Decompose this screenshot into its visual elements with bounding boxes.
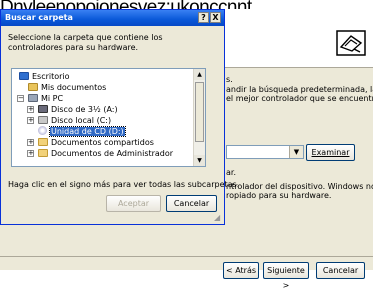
- desktop-icon: [19, 72, 29, 80]
- footer-divider: [0, 256, 373, 257]
- scroll-up-icon[interactable]: ▲: [194, 69, 205, 80]
- dialog-cancel-button[interactable]: Cancelar: [166, 195, 217, 212]
- tree-item-my-documents[interactable]: Mis documentos: [28, 82, 106, 93]
- wizard-text-line: ropiado para su hardware.: [226, 191, 332, 200]
- tree-item-label: Mi PC: [41, 94, 64, 103]
- tree-item-label: Disco local (C:): [51, 116, 112, 125]
- help-button[interactable]: ?: [198, 12, 209, 23]
- browse-folder-dialog: Buscar carpeta ? X Seleccione la carpeta…: [0, 9, 239, 225]
- dialog-title: Buscar carpeta: [1, 10, 224, 26]
- browse-button[interactable]: Examinar: [306, 144, 355, 161]
- browse-button-label: Examinar: [311, 148, 350, 157]
- collapse-icon[interactable]: −: [17, 95, 24, 102]
- tree-item-shared-documents[interactable]: Documentos compartidos: [38, 137, 154, 148]
- expand-icon[interactable]: +: [27, 150, 34, 157]
- tree-item-cd-drive[interactable]: Unidad de CD (D:): [38, 126, 126, 137]
- folder-icon: [38, 149, 48, 157]
- wizard-text-line: ar.: [226, 168, 236, 177]
- computer-icon: [28, 94, 38, 102]
- floppy-icon: [38, 105, 48, 113]
- folder-icon: [38, 138, 48, 146]
- tree-item-floppy[interactable]: Disco de 3½ (A:): [38, 104, 118, 115]
- tree-item-label: Unidad de CD (D:): [49, 126, 126, 137]
- tree-item-label: Documentos de Administrador: [51, 149, 174, 158]
- cd-drive-icon: [38, 126, 47, 135]
- expand-icon[interactable]: +: [27, 139, 34, 146]
- tree-item-label: Disco de 3½ (A:): [51, 105, 118, 114]
- tree-item-label: Escritorio: [32, 72, 70, 81]
- tree-item-admin-documents[interactable]: Documentos de Administrador: [38, 148, 173, 159]
- back-button[interactable]: < Atrás: [223, 262, 259, 279]
- chevron-down-icon[interactable]: ▼: [289, 146, 303, 158]
- tree-scrollbar[interactable]: ▲ ▼: [193, 69, 205, 166]
- expand-icon[interactable]: +: [27, 117, 34, 124]
- next-button[interactable]: Siguiente >: [263, 262, 309, 290]
- tree-item-local-disk[interactable]: Disco local (C:): [38, 115, 111, 126]
- dialog-hint: Haga clic en el signo más para ver todas…: [8, 180, 240, 189]
- tree-item-label: Mis documentos: [41, 83, 107, 92]
- hard-disk-icon: [38, 116, 48, 124]
- tree-item-desktop[interactable]: Escritorio: [19, 71, 70, 82]
- wizard-text-line: s.: [226, 75, 233, 84]
- scroll-thumb[interactable]: [195, 82, 204, 142]
- close-button[interactable]: X: [210, 12, 221, 23]
- documents-icon: [28, 83, 38, 91]
- folder-tree[interactable]: Escritorio Mis documentos − Mi PC + Disc…: [11, 68, 206, 167]
- hardware-icon: [336, 30, 366, 56]
- scroll-down-icon[interactable]: ▼: [194, 155, 205, 166]
- expand-icon[interactable]: +: [27, 106, 34, 113]
- location-combobox[interactable]: ▼: [226, 145, 304, 159]
- tree-item-label: Documentos compartidos: [51, 138, 154, 147]
- cancel-button[interactable]: Cancelar: [316, 262, 365, 279]
- resize-grip-icon[interactable]: ◢: [214, 214, 222, 222]
- dialog-description: Seleccione la carpeta que contiene los c…: [8, 33, 163, 52]
- tree-item-my-pc[interactable]: Mi PC: [28, 93, 63, 104]
- ok-button[interactable]: Aceptar: [106, 195, 161, 212]
- wizard-text-line: el mejor controlador que se encuentre.: [226, 94, 373, 103]
